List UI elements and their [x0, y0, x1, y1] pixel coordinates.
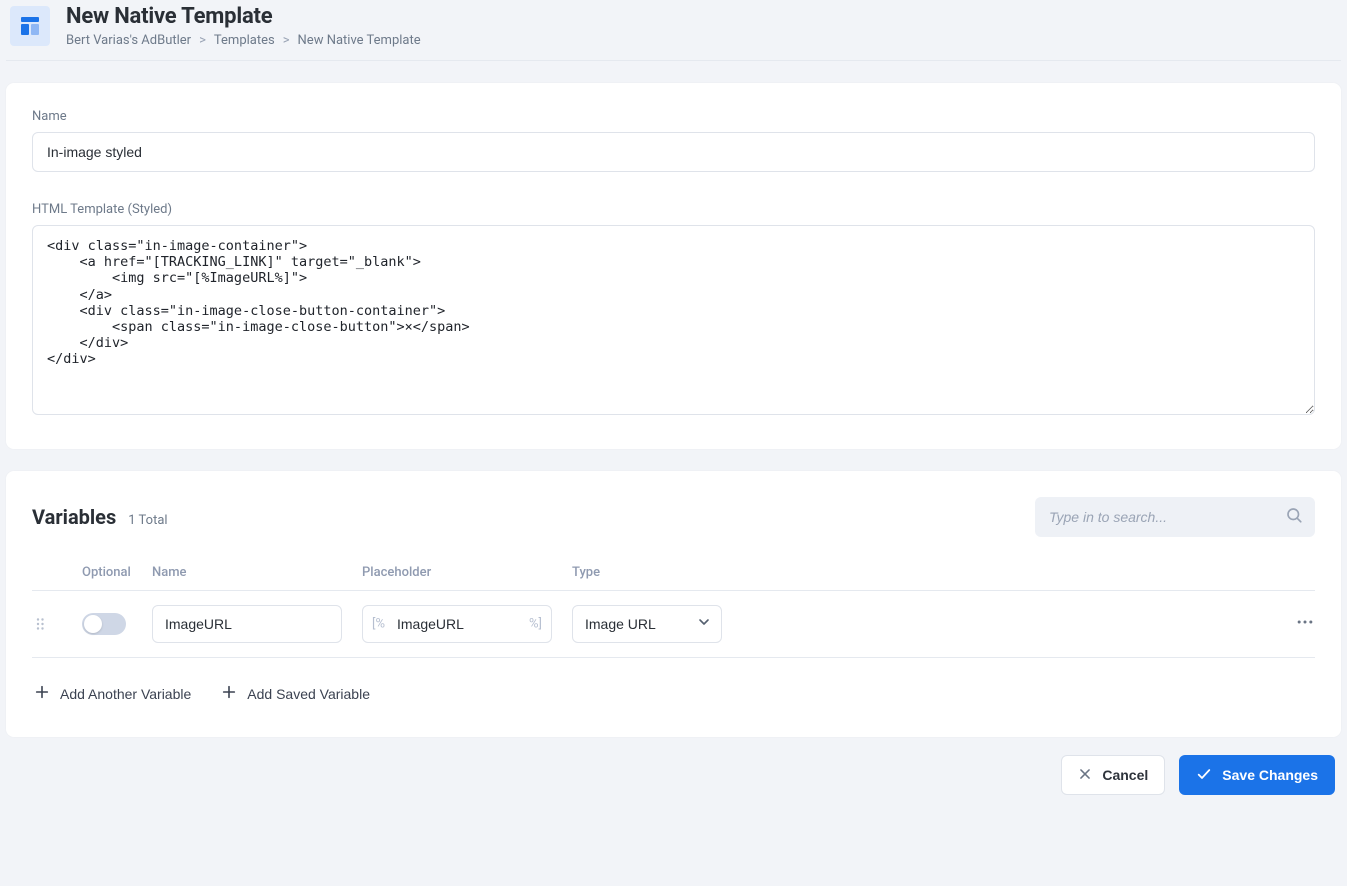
close-icon: [1078, 767, 1092, 784]
variables-title: Variables: [32, 505, 116, 529]
save-button[interactable]: Save Changes: [1179, 755, 1335, 795]
variables-headers: Optional Name Placeholder Type: [32, 555, 1315, 590]
header-placeholder: Placeholder: [362, 565, 552, 580]
page-header: New Native Template Bert Varias's AdButl…: [6, 0, 1341, 61]
footer-actions: Cancel Save Changes: [6, 737, 1341, 795]
add-variable-button[interactable]: Add Another Variable: [32, 680, 193, 707]
template-form-card: Name HTML Template (Styled): [6, 83, 1341, 449]
search-input[interactable]: [1035, 497, 1315, 537]
breadcrumb: Bert Varias's AdButler > Templates > New…: [66, 33, 421, 48]
plus-icon: [34, 684, 50, 703]
check-icon: [1196, 766, 1212, 785]
add-saved-variable-label: Add Saved Variable: [247, 686, 370, 702]
breadcrumb-sep: >: [283, 33, 290, 48]
breadcrumb-sep: >: [199, 33, 206, 48]
plus-icon: [221, 684, 237, 703]
name-input[interactable]: [32, 132, 1315, 172]
optional-toggle[interactable]: [82, 613, 126, 635]
search-icon: [1285, 506, 1303, 528]
variables-subtitle: 1 Total: [128, 513, 167, 528]
drag-handle-icon[interactable]: [32, 615, 82, 633]
header-type: Type: [572, 565, 722, 580]
row-more-icon[interactable]: [1295, 612, 1315, 636]
page-title: New Native Template: [66, 4, 421, 29]
variable-placeholder-input[interactable]: [362, 605, 552, 643]
cancel-button[interactable]: Cancel: [1061, 755, 1165, 795]
name-label: Name: [32, 109, 1315, 124]
html-template-label: HTML Template (Styled): [32, 202, 1315, 217]
add-variable-label: Add Another Variable: [60, 686, 191, 702]
variables-search: [1035, 497, 1315, 537]
cancel-label: Cancel: [1102, 767, 1148, 783]
placeholder-wrap: [% %]: [362, 605, 552, 643]
variable-row: [% %] Image URL: [32, 591, 1315, 658]
header-optional: Optional: [82, 565, 152, 580]
variables-card: Variables 1 Total Optional Name Placehol…: [6, 471, 1341, 737]
breadcrumb-root[interactable]: Bert Varias's AdButler: [66, 33, 191, 48]
breadcrumb-section[interactable]: Templates: [214, 33, 275, 48]
variable-type-select[interactable]: Image URL: [572, 605, 722, 643]
template-icon: [10, 6, 50, 46]
header-name: Name: [152, 565, 342, 580]
add-saved-variable-button[interactable]: Add Saved Variable: [219, 680, 372, 707]
save-label: Save Changes: [1222, 767, 1318, 783]
breadcrumb-current: New Native Template: [298, 33, 421, 48]
html-template-textarea[interactable]: [32, 225, 1315, 415]
variable-name-input[interactable]: [152, 605, 342, 643]
